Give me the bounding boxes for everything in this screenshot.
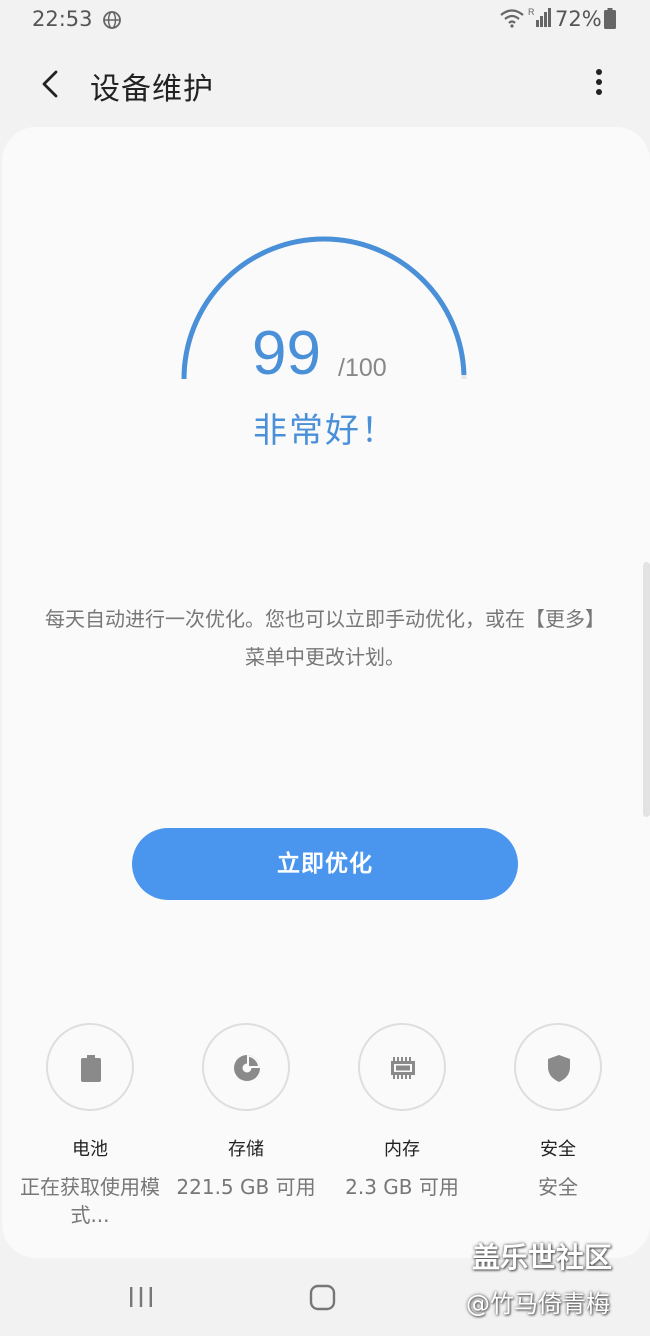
home-icon bbox=[309, 1284, 336, 1311]
memory-item-value: 2.3 GB 可用 bbox=[345, 1175, 459, 1199]
storage-item-circle bbox=[202, 1023, 290, 1111]
score-status: 非常好！ bbox=[253, 411, 397, 451]
globe-icon bbox=[103, 11, 121, 29]
chevron-left-icon bbox=[42, 70, 58, 98]
recent-apps-button[interactable] bbox=[128, 1285, 154, 1309]
watermark-user: @竹马倚青梅 bbox=[466, 1290, 610, 1318]
scroll-handle[interactable] bbox=[643, 562, 650, 817]
home-button[interactable] bbox=[309, 1284, 336, 1311]
storage-item[interactable]: 存储 221.5 GB 可用 bbox=[166, 1023, 326, 1233]
score-value: 99 bbox=[252, 319, 321, 388]
back-button[interactable] bbox=[32, 62, 72, 106]
battery-item-value: 正在获取使用模式... bbox=[20, 1175, 160, 1227]
storage-item-value: 221.5 GB 可用 bbox=[176, 1175, 316, 1199]
optimize-now-button[interactable]: 立即优化 bbox=[132, 828, 518, 900]
security-item[interactable]: 安全 安全 bbox=[478, 1023, 638, 1233]
battery-item-circle bbox=[46, 1023, 134, 1111]
storage-pie-icon bbox=[234, 1055, 260, 1081]
score-gauge bbox=[181, 236, 467, 380]
shield-icon bbox=[548, 1055, 570, 1082]
memory-chip-icon bbox=[391, 1057, 415, 1079]
page-title: 设备维护 bbox=[90, 72, 214, 107]
security-item-circle bbox=[514, 1023, 602, 1111]
description-text: 每天自动进行一次优化。您也可以立即手动优化，或在【更多】菜单中更改计划。 bbox=[45, 607, 605, 669]
security-item-value: 安全 bbox=[538, 1175, 578, 1199]
battery-item-label: 电池 bbox=[72, 1139, 108, 1160]
memory-item-label: 内存 bbox=[384, 1139, 420, 1160]
battery-icon bbox=[81, 1055, 101, 1082]
signal-icon: R bbox=[528, 7, 551, 27]
score-max: /100 bbox=[338, 354, 387, 382]
status-time: 22:53 bbox=[32, 7, 93, 31]
memory-item-circle bbox=[358, 1023, 446, 1111]
battery-percent: 72% bbox=[555, 7, 602, 31]
battery-status-icon bbox=[604, 8, 616, 29]
security-item-label: 安全 bbox=[540, 1139, 576, 1160]
more-vertical-icon bbox=[596, 69, 602, 95]
storage-item-label: 存储 bbox=[228, 1139, 264, 1160]
recent-apps-icon bbox=[130, 1287, 152, 1307]
battery-item[interactable]: 电池 正在获取使用模式... bbox=[10, 1023, 170, 1233]
memory-item[interactable]: 内存 2.3 GB 可用 bbox=[322, 1023, 482, 1233]
status-bar: 22:53 R 72% bbox=[0, 0, 650, 40]
more-options-button[interactable] bbox=[582, 62, 616, 106]
svg-text:R: R bbox=[528, 7, 535, 17]
watermark-community: 盖乐世社区 bbox=[472, 1241, 613, 1274]
wifi-icon bbox=[500, 9, 524, 28]
